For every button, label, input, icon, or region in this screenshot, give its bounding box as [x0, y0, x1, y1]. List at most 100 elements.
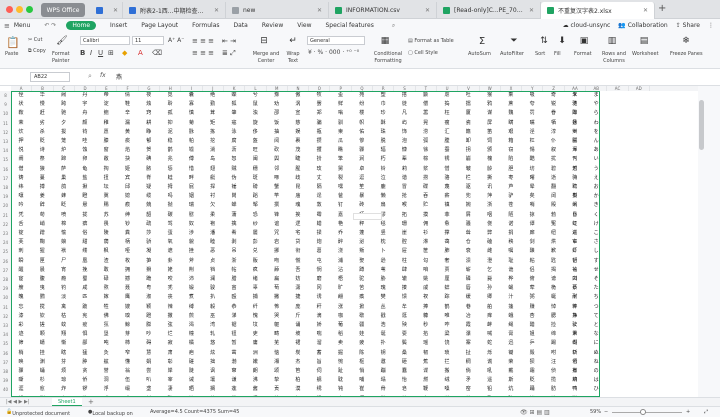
paste-button[interactable]: Paste	[5, 51, 19, 57]
table-cell[interactable]: 爸	[331, 192, 351, 201]
table-cell[interactable]: 瞒	[501, 119, 521, 128]
table-cell[interactable]: 谋	[480, 109, 500, 118]
table-cell[interactable]: 斯	[501, 376, 521, 385]
table-cell[interactable]: 挚	[267, 376, 287, 385]
table-cell[interactable]: 瞪	[75, 192, 95, 201]
table-cell[interactable]: 沛	[181, 275, 201, 284]
table-cell[interactable]: 鬓	[394, 339, 414, 348]
table-cell[interactable]: 凡	[394, 109, 414, 118]
table-cell[interactable]: 姥	[160, 266, 180, 275]
table-cell[interactable]: 膝	[96, 137, 116, 146]
table-cell[interactable]: 锄	[501, 349, 521, 358]
table-cell[interactable]: 扑	[373, 339, 393, 348]
table-cell[interactable]: 夜	[139, 91, 159, 100]
distribute-icon[interactable]: ≣ ⤢	[222, 49, 236, 58]
table-cell[interactable]: 掀	[352, 303, 372, 312]
table-cell[interactable]: 悬	[75, 201, 95, 210]
table-cell[interactable]: 魂	[288, 201, 308, 210]
document-tab-3[interactable]: new ✕	[226, 2, 329, 19]
table-cell[interactable]: 彰	[160, 358, 180, 367]
table-cell[interactable]: 枉	[437, 109, 457, 118]
table-cell[interactable]: 沥	[224, 146, 244, 155]
table-cell[interactable]: 吼	[480, 367, 500, 376]
table-cell[interactable]: 耽	[331, 376, 351, 385]
table-cell[interactable]: 颤	[416, 91, 436, 100]
table-cell[interactable]: 咒	[267, 229, 287, 238]
table-cell[interactable]: 魏	[501, 109, 521, 118]
table-cell[interactable]: 搅	[32, 303, 52, 312]
document-tab-4[interactable]: INFORMATION.csv ✕	[329, 2, 437, 19]
table-cell[interactable]: 溃	[458, 257, 478, 266]
table-cell[interactable]: 菲	[437, 211, 457, 220]
table-cell[interactable]: 骄	[139, 238, 159, 247]
table-cell[interactable]: 鸦	[480, 100, 500, 109]
table-cell[interactable]: 疑	[139, 183, 159, 192]
row-header[interactable]: 14	[0, 146, 11, 155]
table-cell[interactable]: は	[586, 376, 606, 385]
zoom-slider[interactable]	[612, 412, 682, 413]
row-header[interactable]: 30	[0, 293, 11, 302]
table-cell[interactable]: ㅂ	[565, 367, 585, 376]
table-cell[interactable]: 崔	[352, 385, 372, 394]
table-cell[interactable]: 慢	[32, 100, 52, 109]
table-cell[interactable]: ぬ	[586, 349, 606, 358]
table-cell[interactable]: 肆	[394, 266, 414, 275]
table-cell[interactable]: 寨	[458, 339, 478, 348]
table-cell[interactable]: 芜	[267, 339, 287, 348]
table-cell[interactable]: 忘	[11, 303, 31, 312]
table-cell[interactable]: 状	[11, 100, 31, 109]
table-cell[interactable]: 吨	[96, 339, 116, 348]
align-top-icon[interactable]: ≡ ≡ ≡	[192, 37, 214, 45]
table-cell[interactable]: 伍	[118, 376, 138, 385]
table-cell[interactable]: 傲	[288, 91, 308, 100]
table-cell[interactable]: 骤	[352, 146, 372, 155]
number-format-select[interactable]: General	[307, 36, 365, 45]
table-cell[interactable]: 키	[565, 165, 585, 174]
table-cell[interactable]: 嗓	[437, 385, 457, 394]
table-cell[interactable]: 郑	[309, 109, 329, 118]
table-cell[interactable]: 诡	[501, 266, 521, 275]
wps-office-tab[interactable]: WPS Office	[41, 3, 85, 17]
table-cell[interactable]: 惭	[54, 339, 74, 348]
clear-format-icon[interactable]: ⌫	[152, 49, 162, 57]
table-cell[interactable]: ㅁ	[565, 220, 585, 229]
table-cell[interactable]: 愉	[54, 229, 74, 238]
table-cell[interactable]: 鄙	[75, 339, 95, 348]
table-cell[interactable]: 绝	[203, 91, 223, 100]
table-cell[interactable]: 孙	[480, 284, 500, 293]
table-cell[interactable]: 毅	[203, 303, 223, 312]
table-cell[interactable]: 袍	[203, 220, 223, 229]
table-cell[interactable]: 吊	[224, 247, 244, 256]
table-cell[interactable]: 拙	[203, 358, 223, 367]
table-cell[interactable]: 笆	[288, 367, 308, 376]
backup-status[interactable]: ● Local backup on	[88, 409, 133, 417]
tab-formulas[interactable]: Formulas	[192, 22, 219, 29]
table-cell[interactable]: 筛	[11, 339, 31, 348]
table-cell[interactable]: 慈	[288, 119, 308, 128]
table-cell[interactable]: 抉	[118, 155, 138, 164]
table-cell[interactable]: や	[586, 100, 606, 109]
table-cell[interactable]: 邹	[245, 201, 265, 210]
table-cell[interactable]: 咐	[544, 349, 564, 358]
table-cell[interactable]: 揭	[544, 266, 564, 275]
zoom-slider-handle[interactable]	[640, 409, 646, 415]
table-cell[interactable]: 谭	[522, 220, 542, 229]
table-cell[interactable]: 霜	[522, 367, 542, 376]
document-tab-6[interactable]: 不重复汉字表2.xlsx ✕	[541, 2, 655, 19]
table-cell[interactable]: 躯	[267, 321, 287, 330]
table-cell[interactable]: 嚣	[416, 109, 436, 118]
table-cell[interactable]: 畏	[96, 220, 116, 229]
table-cell[interactable]: ㄴ	[565, 321, 585, 330]
table-cell[interactable]: 贮	[416, 201, 436, 210]
table-cell[interactable]: 蒲	[224, 211, 244, 220]
table-cell[interactable]: 惧	[75, 330, 95, 339]
table-cell[interactable]: 淳	[544, 128, 564, 137]
table-cell[interactable]: 墟	[181, 146, 201, 155]
table-cell[interactable]: 啄	[267, 174, 287, 183]
table-cell[interactable]: 惫	[437, 220, 457, 229]
table-cell[interactable]: 枚	[118, 257, 138, 266]
table-cell[interactable]: 沸	[245, 376, 265, 385]
table-cell[interactable]: 逝	[544, 174, 564, 183]
table-cell[interactable]: 醋	[522, 321, 542, 330]
table-cell[interactable]: 煎	[181, 312, 201, 321]
